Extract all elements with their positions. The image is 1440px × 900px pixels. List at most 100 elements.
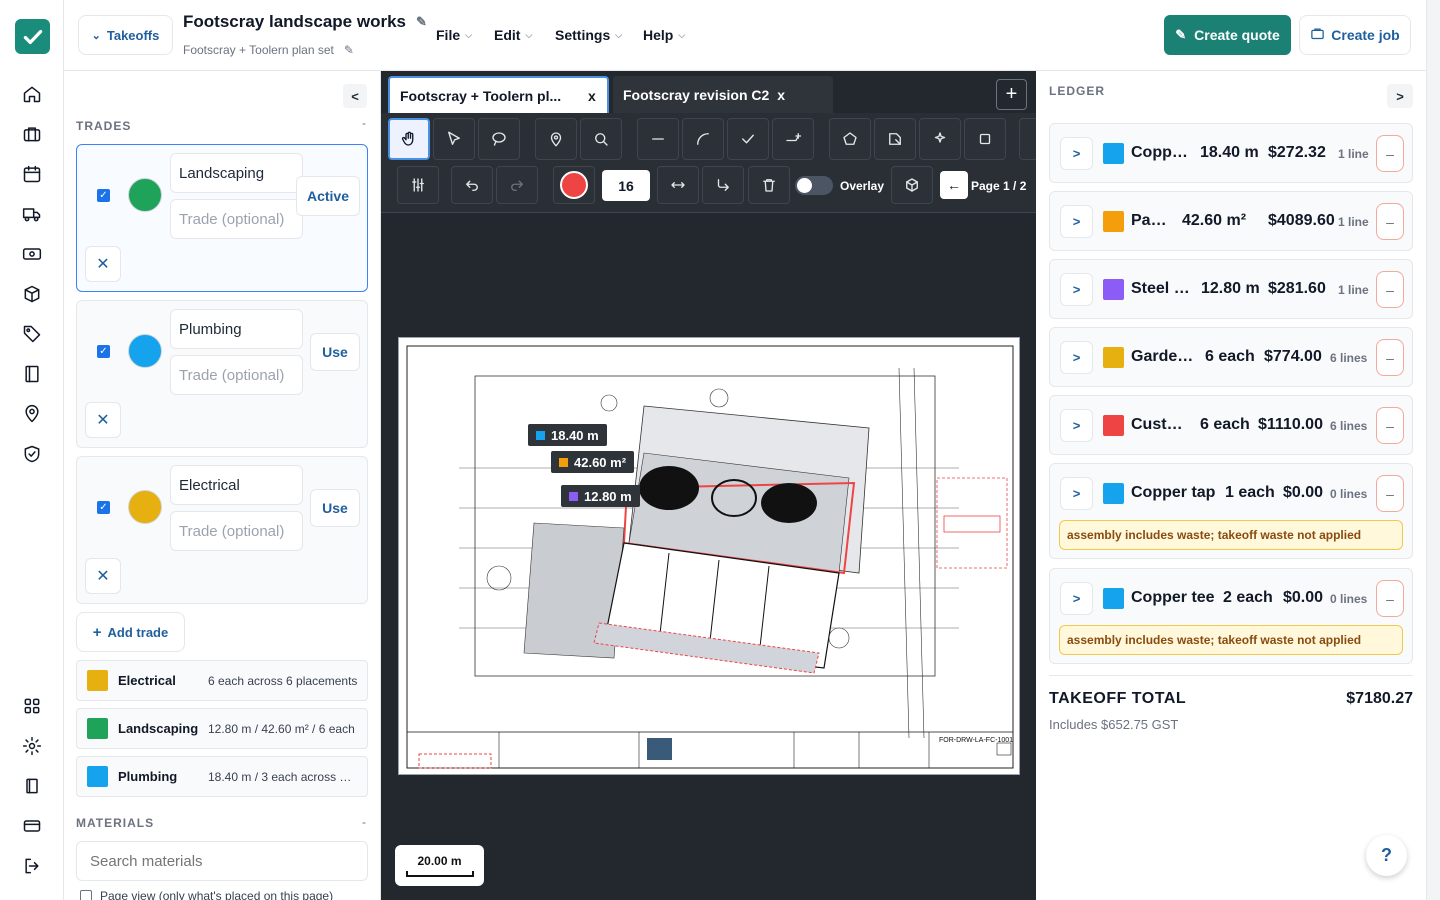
tab-plan-footscray-revision[interactable]: Footscray revision C2 x [613,76,833,113]
trade-visible-checkbox[interactable]: ✓ [97,189,110,202]
add-tab-button[interactable]: + [996,79,1027,110]
measurement-label[interactable]: 18.40 m [528,424,607,446]
calendar-icon[interactable] [20,162,44,186]
book-icon[interactable] [20,362,44,386]
lasso-icon[interactable] [478,118,520,160]
remove-item-button[interactable]: – [1376,475,1404,512]
arc-tool-icon[interactable] [682,118,724,160]
expand-item-button[interactable]: > [1060,137,1093,170]
cash-icon[interactable] [20,242,44,266]
expand-ledger-button[interactable]: > [1387,84,1413,108]
trade-code-input[interactable]: Trade (optional) [170,199,303,239]
collapse-panel-button[interactable]: < [343,84,367,108]
zoom-search-icon[interactable] [580,118,622,160]
plan-sheet[interactable]: FOR-DRW-LA-FC-1001 [398,337,1020,775]
edit-pencil-icon[interactable]: ✎ [416,14,427,30]
location-pin-icon[interactable] [20,402,44,426]
trade-active-button[interactable]: Active [296,176,360,216]
edit-pencil-icon[interactable]: ✎ [344,43,354,57]
remove-trade-close-icon[interactable]: ✕ [85,402,121,438]
trade-color-swatch[interactable] [128,334,162,368]
undo-icon[interactable] [451,166,493,204]
briefcase-icon[interactable] [20,122,44,146]
menu-settings[interactable]: Settings ⌵ [555,27,622,43]
menu-edit[interactable]: Edit ⌵ [494,27,532,43]
remove-item-button[interactable]: – [1376,135,1404,172]
app-logo-check-icon[interactable] [15,19,50,54]
select-arrow-icon[interactable] [433,118,475,160]
trade-visible-checkbox[interactable]: ✓ [97,501,110,514]
adjust-sliders-icon[interactable] [397,166,439,204]
home-icon[interactable] [20,82,44,106]
location-pin-icon[interactable] [535,118,577,160]
takeoffs-dropdown-button[interactable]: ⌄ Takeoffs [78,15,173,55]
materials-collapse-toggle[interactable]: - [362,815,366,829]
trade-color-swatch[interactable] [128,178,162,212]
prev-page-arrow-icon[interactable]: ← [940,171,968,199]
trade-code-input[interactable]: Trade (optional) [170,355,303,395]
remove-item-button[interactable]: – [1376,203,1404,240]
trade-name-input[interactable]: Electrical [170,465,303,505]
page-scrollbar[interactable] [1426,0,1440,900]
help-button[interactable]: ? [1366,835,1407,876]
redo-icon[interactable] [496,166,538,204]
tab-plan-footscray-toolern[interactable]: Footscray + Toolern pl... x [388,76,609,113]
area-cutout-icon[interactable] [874,118,916,160]
trade-code-input[interactable]: Trade (optional) [170,511,303,551]
remove-item-button[interactable]: – [1376,580,1404,617]
apps-grid-icon[interactable] [20,694,44,718]
trade-use-button[interactable]: Use [310,333,360,371]
expand-item-button[interactable]: > [1060,341,1093,374]
trade-summary-row[interactable]: Electrical 6 each across 6 placements [76,660,368,701]
trade-color-swatch[interactable] [128,490,162,524]
expand-item-button[interactable]: > [1060,273,1093,306]
notebook-icon[interactable] [20,774,44,798]
trades-collapse-toggle[interactable]: - [362,116,366,130]
trade-use-button[interactable]: Use [310,489,360,527]
pan-hand-icon[interactable] [388,118,430,160]
page-view-option[interactable]: Page view (only what's placed on this pa… [80,889,333,900]
width-arrows-icon[interactable] [657,166,699,204]
tag-icon[interactable] [20,322,44,346]
create-quote-button[interactable]: ✎ Create quote [1164,15,1291,55]
remove-item-button[interactable]: – [1376,407,1404,444]
trade-summary-row[interactable]: Landscaping 12.80 m / 42.60 m² / 6 each [76,708,368,749]
page-view-checkbox[interactable] [80,890,92,900]
stroke-width-input[interactable]: 16 [602,170,650,201]
continue-arrow-icon[interactable] [702,166,744,204]
color-picker-button[interactable] [553,166,595,204]
tab-close-icon[interactable]: x [588,88,596,104]
remove-item-button[interactable]: – [1376,271,1404,308]
overlay-toggle[interactable] [795,176,833,195]
expand-item-button[interactable]: > [1060,582,1093,615]
shield-check-icon[interactable] [20,442,44,466]
credit-card-icon[interactable] [20,814,44,838]
magic-wand-sparkle-icon[interactable] [919,118,961,160]
remove-trade-close-icon[interactable]: ✕ [85,246,121,282]
create-job-button[interactable]: Create job [1299,15,1411,55]
3d-cube-icon[interactable] [891,166,933,204]
trade-summary-row[interactable]: Plumbing 18.40 m / 3 each across 1 place… [76,756,368,797]
remove-trade-close-icon[interactable]: ✕ [85,558,121,594]
trade-name-input[interactable]: Plumbing [170,309,303,349]
expand-item-button[interactable]: > [1060,205,1093,238]
measurement-label[interactable]: 12.80 m [561,485,640,507]
measurement-label[interactable]: 42.60 m² [551,451,635,473]
trade-visible-checkbox[interactable]: ✓ [97,345,110,358]
polyline-tool-icon[interactable] [772,118,814,160]
expand-item-button[interactable]: > [1060,477,1093,510]
toolbar-overflow[interactable] [1019,118,1036,160]
polygon-area-icon[interactable] [829,118,871,160]
check-tool-icon[interactable] [727,118,769,160]
search-materials-input[interactable] [76,841,368,881]
truck-icon[interactable] [20,202,44,226]
menu-file[interactable]: File ⌵ [436,27,472,43]
line-tool-icon[interactable] [637,118,679,160]
settings-gear-icon[interactable] [20,734,44,758]
box-icon[interactable] [20,282,44,306]
add-trade-button[interactable]: + Add trade [76,612,185,652]
logout-icon[interactable] [20,854,44,878]
tab-close-icon[interactable]: x [777,87,785,103]
rectangle-tool-icon[interactable] [964,118,1006,160]
menu-help[interactable]: Help ⌵ [643,27,685,43]
